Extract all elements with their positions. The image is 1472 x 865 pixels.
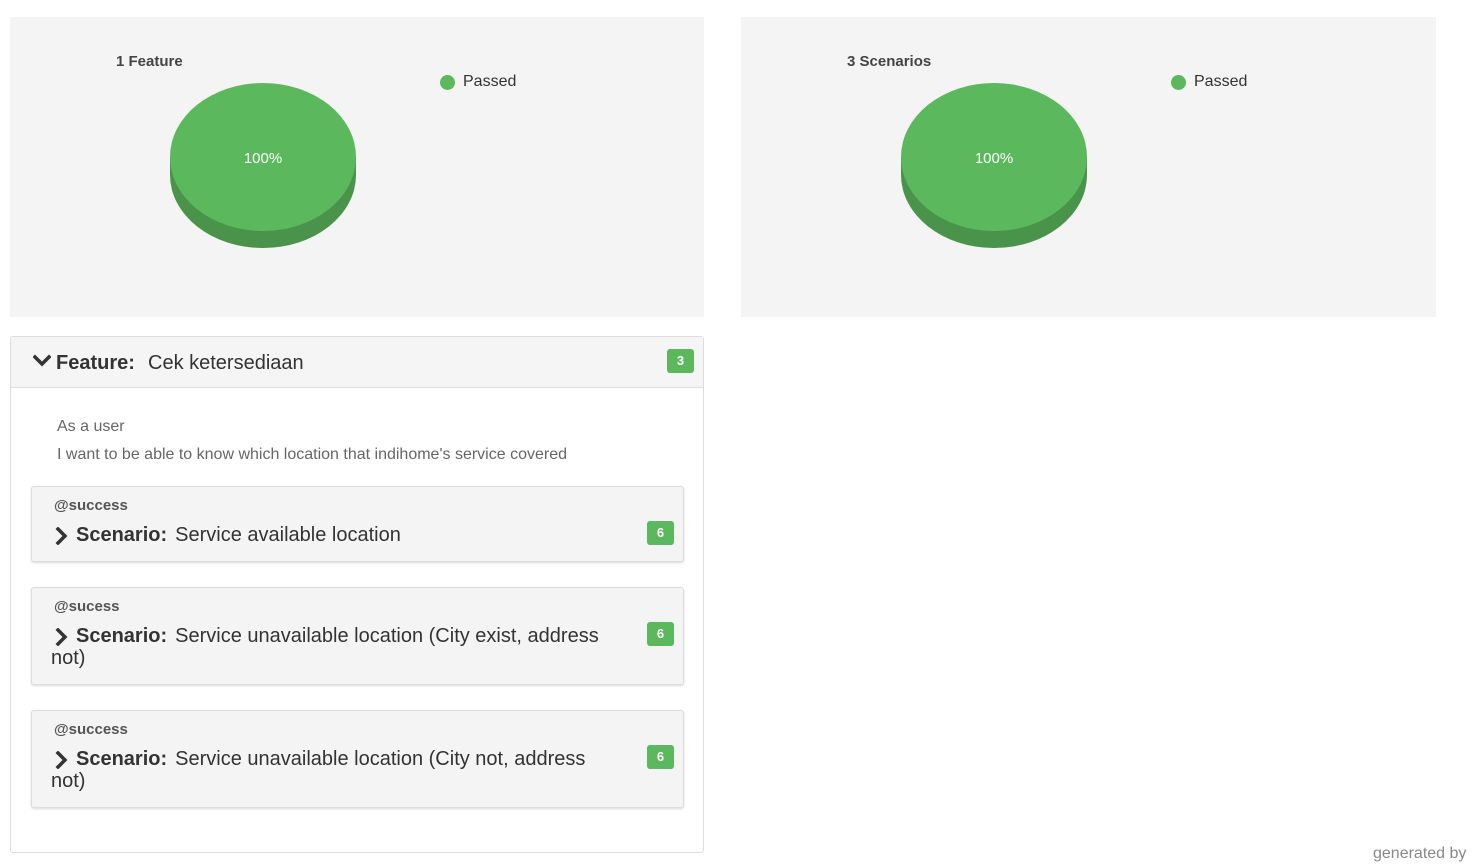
feature-name: Cek ketersediaan [148,352,304,374]
scenario-card[interactable]: @success Scenario: Service unavailable lo… [31,710,684,808]
scenario-name: Service available location [175,524,401,546]
feature-panel: Feature: Cek ketersediaan 3 As a user I … [10,336,704,853]
feature-scenario-count-badge: 3 [667,349,694,373]
feature-header[interactable]: Feature: Cek ketersediaan 3 [11,337,703,388]
scenario-keyword: Scenario: [76,625,168,647]
legend-dot-passed [1171,74,1186,90]
scenarios-pie-data-label: 100% [975,150,1013,167]
scenario-step-count-badge: 6 [647,622,674,646]
features-pie-chart[interactable]: 100% [168,79,358,254]
legend-label-passed: Passed [463,73,517,90]
feature-keyword: Feature: [56,352,135,374]
legend-dot-passed [440,74,455,90]
scenario-tag: @success [54,721,128,738]
features-chart-legend[interactable]: Passed [440,73,516,91]
feature-description-line: I want to be able to know which location… [57,446,567,463]
scenario-step-count-badge: 6 [647,745,674,769]
scenario-card[interactable]: @sucess Scenario: Service unavailable loc… [31,587,684,685]
scenario-tag: @success [54,497,128,514]
legend-label-passed: Passed [1194,73,1248,90]
scenario-keyword: Scenario: [76,748,168,770]
features-chart-title: 1 Feature [116,53,183,70]
scenario-title[interactable]: Scenario: Service available location [51,524,621,546]
chevron-down-icon[interactable] [32,354,52,373]
scenarios-chart-title: 3 Scenarios [847,53,932,70]
scenario-step-count-badge: 6 [647,521,674,545]
feature-description: As a user I want to be able to know whic… [57,413,567,469]
feature-description-line: As a user [57,418,125,435]
scenarios-chart-legend[interactable]: Passed [1171,73,1247,91]
scenarios-pie-chart[interactable]: 100% [899,79,1089,254]
scenario-keyword: Scenario: [76,524,168,546]
scenario-title[interactable]: Scenario: Service unavailable location (C… [51,625,621,669]
generated-by-text: generated by [1373,845,1467,862]
scenario-tag: @sucess [54,598,120,615]
scenario-card[interactable]: @success Scenario: Service available loca… [31,486,684,562]
scenarios-chart-card: 3 Scenarios 100% Passed [741,17,1436,317]
features-chart-card: 1 Feature 100% Passed [10,17,704,317]
scenario-title[interactable]: Scenario: Service unavailable location (C… [51,748,621,792]
features-pie-data-label: 100% [244,150,282,167]
